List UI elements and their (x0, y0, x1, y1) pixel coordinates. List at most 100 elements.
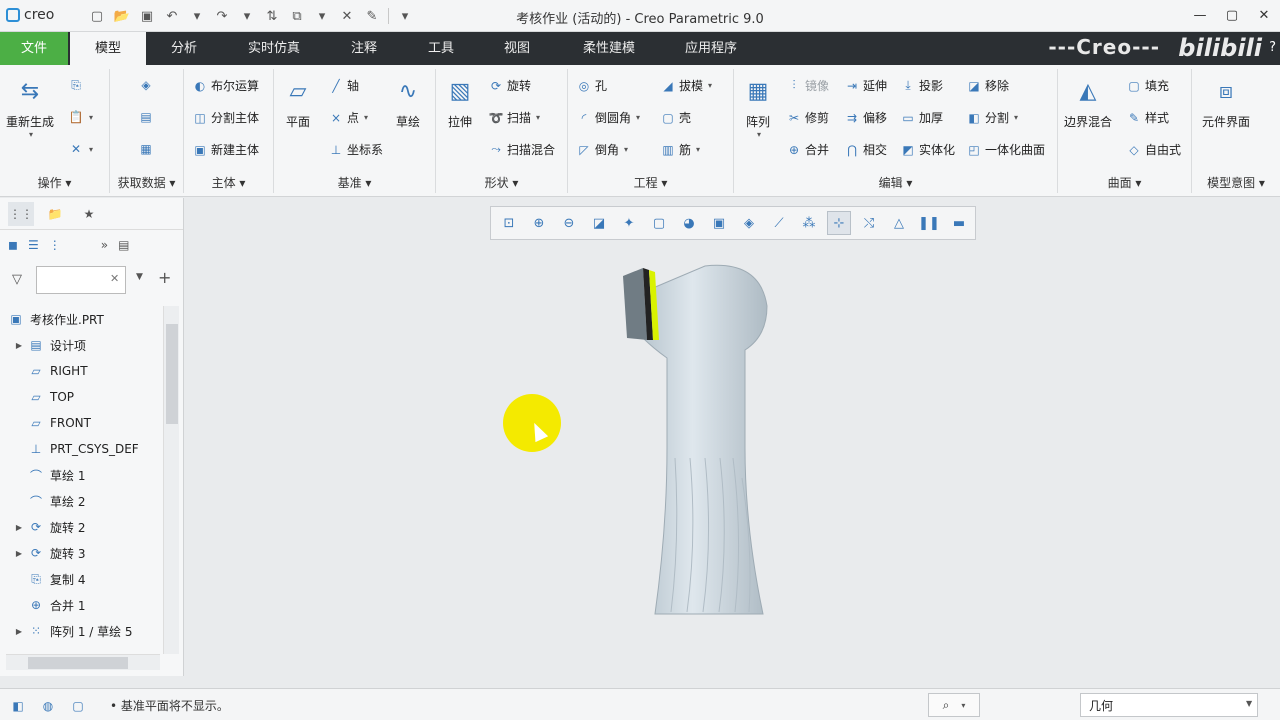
chamfer-button[interactable]: ◸ 倒角 ▾ (576, 141, 628, 158)
help-icon[interactable]: ? (1269, 40, 1276, 55)
group-label-get-data[interactable]: 获取数据 ▾ (110, 174, 183, 191)
favorites-tab-icon[interactable]: ★ (76, 202, 102, 226)
tab-tools[interactable]: 工具 (408, 32, 474, 65)
shell-button[interactable]: ▢ 壳 (660, 109, 691, 126)
component-interface-button[interactable]: ⧈ 元件界面 (1202, 75, 1250, 130)
group-label-datum[interactable]: 基准 ▾ (274, 174, 435, 191)
filter-icon[interactable]: ▽ (12, 272, 22, 287)
plane-button[interactable]: ▱ 平面 (282, 75, 314, 130)
group-label-shapes[interactable]: 形状 ▾ (436, 174, 567, 191)
project-button[interactable]: ⤓ 投影 (900, 77, 943, 94)
group-label-model-intent[interactable]: 模型意图 ▾ (1192, 174, 1280, 191)
tree-item[interactable]: ⎘ 复制 4 (0, 566, 164, 592)
boolean-button[interactable]: ◐ 布尔运算 (192, 77, 259, 94)
remove-button[interactable]: ◪ 移除 (966, 77, 1009, 94)
thicken-button[interactable]: ▭ 加厚 (900, 109, 943, 126)
intersect-button[interactable]: ⋂ 相交 (844, 141, 887, 158)
tree-item[interactable]: ⌒ 草绘 2 (0, 488, 164, 514)
show-navigator-icon[interactable]: ◧ (8, 697, 28, 715)
close-icon[interactable]: ✕ (1248, 0, 1280, 30)
tab-model[interactable]: 模型 (70, 32, 146, 65)
model-tree-tab-icon[interactable]: ⋮⋮ (8, 201, 34, 226)
group-label-operations[interactable]: 操作 ▾ (0, 174, 109, 191)
shrinkwrap-button[interactable]: ▦ (138, 141, 154, 157)
expand-panel-icon[interactable]: » (101, 238, 108, 252)
group-label-body[interactable]: 主体 ▾ (184, 174, 273, 191)
pattern-button[interactable]: ▦ 阵列 ▾ (742, 75, 774, 140)
selection-filter-select[interactable]: 几何 (1080, 693, 1258, 717)
hole-button[interactable]: ◎ 孔 (576, 77, 607, 94)
tab-file[interactable]: 文件 (0, 32, 68, 65)
folder-browser-tab-icon[interactable]: 📁 (42, 202, 68, 226)
boundary-blend-button[interactable]: ◭ 边界混合 (1064, 75, 1112, 130)
tree-item[interactable]: ⊕ 合并 1 (0, 592, 164, 618)
chevron-down-icon[interactable]: ▼ (1246, 699, 1252, 708)
expand-arrow-icon[interactable]: ▶ (12, 627, 26, 636)
tree-item[interactable]: ⌒ 草绘 1 (0, 462, 164, 488)
delete-button[interactable]: ✕ ▾ (68, 141, 93, 157)
hair-dryer-model[interactable] (623, 264, 768, 615)
swept-blend-button[interactable]: ⤳ 扫描混合 (488, 141, 555, 158)
graphics-area[interactable]: ⊡ ⊕ ⊖ ◪ ✦ ▢ ◕ ▣ ◈ ⟋ ⁂ ⊹ ⤭ △ ❚❚ ▬ (185, 198, 1280, 676)
unify-surface-button[interactable]: ◰ 一体化曲面 (966, 141, 1045, 158)
expand-arrow-icon[interactable]: ▶ (12, 523, 26, 532)
draft-button[interactable]: ◢ 拔模 ▾ (660, 77, 712, 94)
freestyle-button[interactable]: ◇ 自由式 (1126, 141, 1181, 158)
tree-columns-icon[interactable]: ⋮ (49, 238, 61, 252)
maximize-icon[interactable]: ▢ (1216, 0, 1248, 30)
tree-item[interactable]: ▶ ▤ 设计项 (0, 332, 164, 358)
tree-item[interactable]: ▶ ⁙ 阵列 1 / 草绘 5 (0, 618, 164, 644)
expand-arrow-icon[interactable]: ▶ (12, 341, 26, 350)
sketch-button[interactable]: ∿ 草绘 (392, 75, 424, 130)
point-button[interactable]: × 点 ▾ (328, 109, 368, 126)
find-button[interactable]: ⌕ ▾ (928, 693, 980, 717)
user-defined-feature-button[interactable]: ◈ (138, 77, 154, 93)
add-filter-icon[interactable]: + (158, 268, 171, 287)
tree-settings-icon[interactable]: ☰ (28, 238, 39, 252)
tab-flexible-modeling[interactable]: 柔性建模 (566, 32, 652, 65)
scrollbar-thumb[interactable] (28, 657, 128, 669)
tree-item[interactable]: ▱ FRONT (0, 410, 164, 436)
sweep-button[interactable]: ➰ 扫描 ▾ (488, 109, 541, 126)
tab-live-simulation[interactable]: 实时仿真 (232, 32, 316, 65)
solidify-button[interactable]: ◩ 实体化 (900, 141, 955, 158)
tree-item[interactable]: ▶ ⟳ 旋转 3 (0, 540, 164, 566)
tab-analysis[interactable]: 分析 (150, 32, 218, 65)
minimize-icon[interactable]: — (1184, 0, 1216, 30)
paste-button[interactable]: 📋 ▾ (68, 109, 94, 125)
tab-annotate[interactable]: 注释 (330, 32, 398, 65)
tree-item[interactable]: ▣ 考核作业.PRT (0, 306, 164, 332)
new-body-button[interactable]: ▣ 新建主体 (192, 141, 259, 158)
rib-button[interactable]: ▥ 筋 ▾ (660, 141, 700, 158)
group-label-engineering[interactable]: 工程 ▾ (568, 174, 733, 191)
full-screen-icon[interactable]: ▢ (68, 697, 88, 715)
group-label-editing[interactable]: 编辑 ▾ (734, 174, 1057, 191)
expand-arrow-icon[interactable]: ▶ (12, 549, 26, 558)
tab-view[interactable]: 视图 (484, 32, 550, 65)
copy-geometry-button[interactable]: ▤ (138, 109, 154, 125)
model-display-icon[interactable]: ◼ (8, 238, 18, 252)
style-button[interactable]: ✎ 样式 (1126, 109, 1169, 126)
regenerate-button[interactable]: ⇆ 重新生成 ▾ (6, 75, 54, 140)
extrude-button[interactable]: ▧ 拉伸 (444, 75, 476, 130)
revolve-button[interactable]: ⟳ 旋转 (488, 77, 531, 94)
mirror-button[interactable]: ⫶ 镜像 (786, 77, 829, 94)
copy-button[interactable]: ⎘ (68, 77, 84, 93)
tree-item[interactable]: ▱ RIGHT (0, 358, 164, 384)
tree-options-icon[interactable]: ▤ (118, 238, 129, 252)
split-button[interactable]: ◧ 分割 ▾ (966, 109, 1018, 126)
round-button[interactable]: ◜ 倒圆角 ▾ (576, 109, 640, 126)
show-browser-icon[interactable]: ◍ (38, 697, 58, 715)
scrollbar-thumb[interactable] (166, 324, 178, 424)
extend-button[interactable]: ⇥ 延伸 (844, 77, 887, 94)
tree-item[interactable]: ▱ TOP (0, 384, 164, 410)
tree-vertical-scrollbar[interactable] (163, 306, 179, 654)
filter-dropdown-icon[interactable]: ▼ (136, 272, 143, 282)
axis-button[interactable]: ╱ 轴 (328, 77, 359, 94)
tab-applications[interactable]: 应用程序 (668, 32, 754, 65)
tree-item[interactable]: ⊥ PRT_CSYS_DEF (0, 436, 164, 462)
offset-button[interactable]: ⇉ 偏移 (844, 109, 887, 126)
fill-button[interactable]: ▢ 填充 (1126, 77, 1169, 94)
clear-filter-icon[interactable]: ✕ (110, 272, 119, 285)
trim-button[interactable]: ✂ 修剪 (786, 109, 829, 126)
